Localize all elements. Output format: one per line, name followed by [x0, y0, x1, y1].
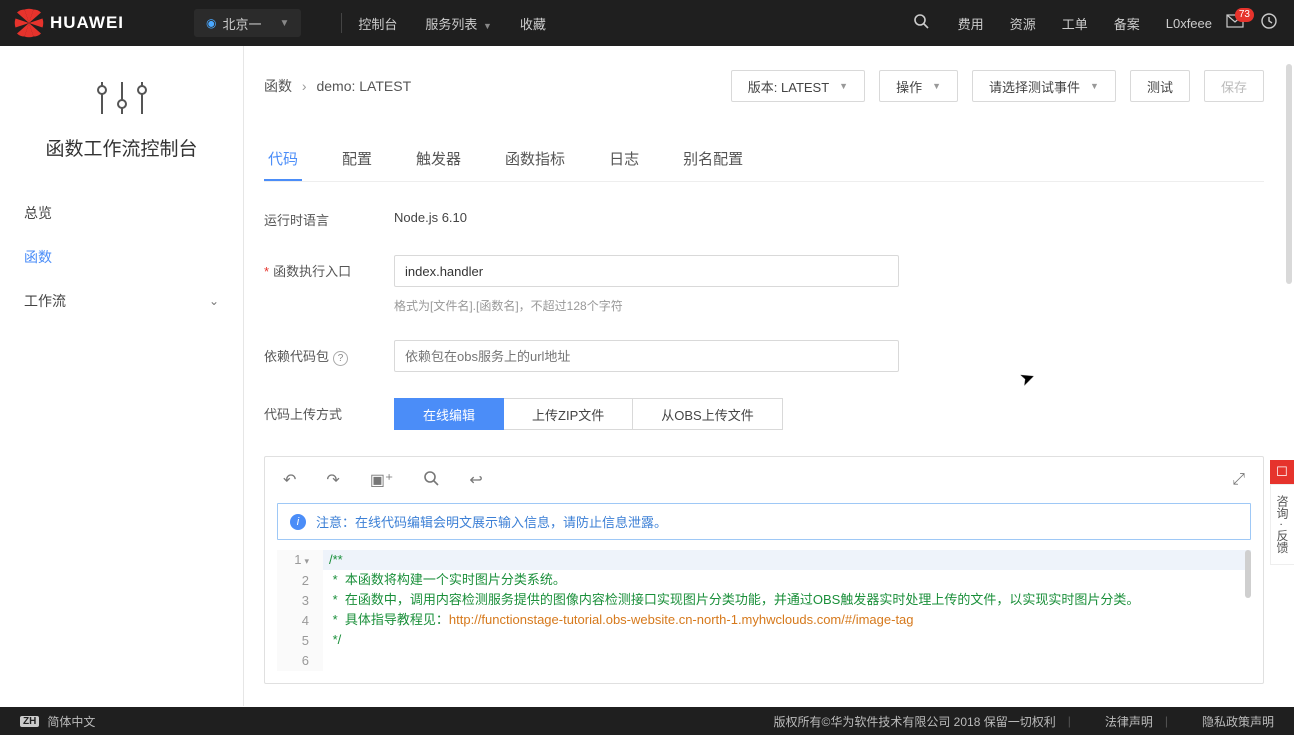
- search-code-icon[interactable]: [423, 470, 439, 491]
- main-scrollbar[interactable]: [1284, 46, 1294, 706]
- tab-triggers[interactable]: 触发器: [412, 138, 465, 181]
- entry-label: *函数执行入口: [264, 255, 394, 280]
- brand-text: HUAWEI: [50, 13, 124, 33]
- feedback-icon[interactable]: ☐: [1270, 460, 1294, 484]
- seg-upload-zip[interactable]: 上传ZIP文件: [504, 398, 633, 430]
- dep-label: 依赖代码包?: [264, 340, 394, 366]
- region-selector[interactable]: ◉ 北京一 ▼: [194, 9, 301, 37]
- region-label: 北京一: [222, 14, 261, 33]
- feedback-tab[interactable]: ☐ 咨询 · 反馈: [1270, 460, 1294, 565]
- sidebar-title: 函数工作流控制台: [0, 134, 243, 161]
- ops-selector[interactable]: 操作▼: [879, 70, 958, 102]
- lang-badge: ZH: [20, 716, 39, 727]
- info-icon: i: [290, 514, 306, 530]
- tab-logs[interactable]: 日志: [605, 138, 643, 181]
- save-button: 保存: [1204, 70, 1264, 102]
- chevron-down-icon: ▼: [839, 81, 848, 91]
- code-editor: ↶ ↷ ▣⁺ ↩ ⤢ i 注意：在线代码编辑会明文展示输入信息，请防止信息泄露。: [264, 456, 1264, 684]
- seg-online-edit[interactable]: 在线编辑: [394, 398, 504, 430]
- crumb-root[interactable]: 函数: [264, 78, 292, 94]
- code-area[interactable]: /** * 本函数将构建一个实时图片分类系统。 * 在函数中，调用内容检测服务提…: [323, 550, 1251, 671]
- copyright: 版权所有©华为软件技术有限公司 2018 保留一切权利: [774, 713, 1056, 730]
- runtime-value: Node.js 6.10: [394, 204, 934, 225]
- chevron-down-icon: ▼: [480, 21, 491, 31]
- chevron-down-icon: ▼: [932, 81, 941, 91]
- topbar: HUAWEI ◉ 北京一 ▼ 控制台 服务列表 ▼ 收藏 费用 资源 工单 备案…: [0, 0, 1294, 46]
- redo-icon[interactable]: ↷: [326, 470, 339, 490]
- test-button[interactable]: 测试: [1130, 70, 1190, 102]
- product-icon: [0, 76, 243, 120]
- version-selector[interactable]: 版本: LATEST▼: [731, 70, 865, 102]
- test-event-selector[interactable]: 请选择测试事件▼: [972, 70, 1116, 102]
- brand[interactable]: HUAWEI: [14, 8, 194, 38]
- wrap-icon[interactable]: ↩: [469, 470, 482, 490]
- breadcrumb: 函数 › demo: LATEST: [264, 76, 411, 96]
- tab-config[interactable]: 配置: [338, 138, 376, 181]
- seg-from-obs[interactable]: 从OBS上传文件: [633, 398, 782, 430]
- nav-user[interactable]: L0xfeee: [1166, 16, 1212, 31]
- tab-alias[interactable]: 别名配置: [679, 138, 747, 181]
- undo-icon[interactable]: ↶: [283, 470, 296, 490]
- nav-console[interactable]: 控制台: [358, 14, 397, 33]
- upload-label: 代码上传方式: [264, 398, 394, 423]
- sidebar-item-functions[interactable]: 函数: [0, 235, 243, 279]
- sidebar-item-overview[interactable]: 总览: [0, 191, 243, 235]
- legal-link[interactable]: 法律声明: [1105, 713, 1153, 730]
- tabs: 代码 配置 触发器 函数指标 日志 别名配置: [264, 138, 1264, 182]
- crumb-current: demo: LATEST: [316, 78, 411, 94]
- search-icon[interactable]: [910, 13, 932, 33]
- upload-mode-segment: 在线编辑 上传ZIP文件 从OBS上传文件: [394, 398, 934, 430]
- chevron-down-icon: ⌄: [209, 294, 219, 308]
- main-content: 函数 › demo: LATEST 版本: LATEST▼ 操作▼ 请选择测试事…: [244, 46, 1284, 706]
- clock-icon[interactable]: [1258, 13, 1280, 33]
- location-pin-icon: ◉: [206, 16, 216, 30]
- tab-metrics[interactable]: 函数指标: [501, 138, 569, 181]
- nav-ticket[interactable]: 工单: [1062, 14, 1088, 33]
- nav-cost[interactable]: 费用: [958, 14, 984, 33]
- entry-input[interactable]: [394, 255, 899, 287]
- chevron-down-icon: ▼: [1090, 81, 1099, 91]
- mail-icon[interactable]: 73: [1224, 14, 1246, 32]
- lang-label[interactable]: 简体中文: [47, 713, 95, 730]
- chevron-down-icon: ▼: [280, 18, 290, 29]
- dep-input[interactable]: [394, 340, 899, 372]
- runtime-label: 运行时语言: [264, 204, 394, 229]
- divider: [341, 13, 342, 33]
- mail-badge: 73: [1235, 8, 1254, 22]
- sidebar-item-workflow[interactable]: 工作流⌄: [0, 279, 243, 323]
- format-icon[interactable]: ▣⁺: [370, 470, 394, 490]
- entry-help: 格式为[文件名].[函数名]，不超过128个字符: [394, 297, 934, 314]
- editor-alert: i 注意：在线代码编辑会明文展示输入信息，请防止信息泄露。: [277, 503, 1251, 540]
- nav-favorites[interactable]: 收藏: [520, 14, 546, 33]
- gutter: 123456: [277, 550, 323, 671]
- nav-resource[interactable]: 资源: [1010, 14, 1036, 33]
- footer: ZH 简体中文 版权所有©华为软件技术有限公司 2018 保留一切权利 | 法律…: [0, 707, 1294, 735]
- sidebar: 函数工作流控制台 总览 函数 工作流⌄: [0, 46, 244, 706]
- privacy-link[interactable]: 隐私政策声明: [1202, 713, 1274, 730]
- tab-code[interactable]: 代码: [264, 138, 302, 181]
- nav-record[interactable]: 备案: [1114, 14, 1140, 33]
- fullscreen-icon[interactable]: ⤢: [1232, 471, 1245, 489]
- huawei-logo-icon: [14, 8, 44, 38]
- help-icon[interactable]: ?: [333, 351, 348, 366]
- nav-services[interactable]: 服务列表 ▼: [425, 14, 491, 33]
